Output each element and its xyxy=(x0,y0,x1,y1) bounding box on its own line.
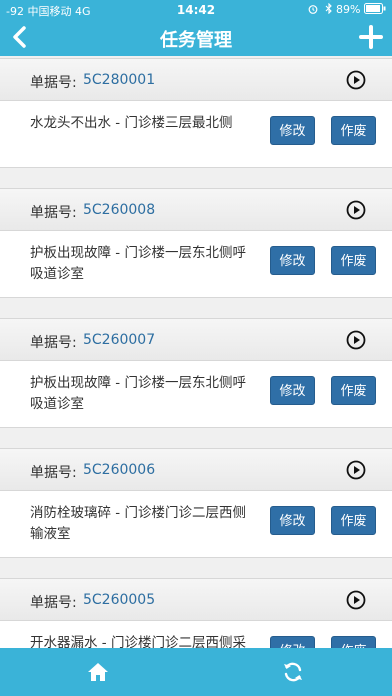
order-number[interactable]: 5C280001 xyxy=(83,72,155,88)
task-description: 水龙头不出水 - 门诊楼三层最北侧 xyxy=(30,115,233,131)
task-card-body: 护板出现故障 - 门诊楼一层东北侧呼吸道诊室 修改 作废 xyxy=(0,361,392,428)
task-card-header: 单据号: 5C260006 xyxy=(0,449,392,491)
task-card: 单据号: 5C260008 护板出现故障 - 门诊楼一层东北侧呼吸道诊室 修改 … xyxy=(0,188,392,298)
order-number-label: 单据号: xyxy=(30,595,77,611)
task-card-header: 单据号: 5C280001 xyxy=(0,59,392,101)
task-card: 单据号: 5C280001 水龙头不出水 - 门诊楼三层最北侧 修改 作废 xyxy=(0,58,392,168)
nav-bar: 任务管理 xyxy=(0,20,392,56)
task-card-header: 单据号: 5C260007 xyxy=(0,319,392,361)
bottom-tab-bar xyxy=(0,648,392,696)
play-circle-icon[interactable] xyxy=(346,460,366,480)
play-circle-icon[interactable] xyxy=(346,590,366,610)
plus-icon[interactable] xyxy=(358,24,384,50)
task-list[interactable]: 单据号: 5C280001 水龙头不出水 - 门诊楼三层最北侧 修改 作废 单据… xyxy=(0,56,392,648)
task-card-body: 开水器漏水 - 门诊楼门诊二层西侧采血室 修改 作废 xyxy=(0,621,392,648)
task-description: 消防栓玻璃碎 - 门诊楼门诊二层西侧输液室 xyxy=(30,505,246,542)
home-icon[interactable] xyxy=(86,660,110,684)
play-circle-icon[interactable] xyxy=(346,330,366,350)
edit-button[interactable]: 修改 xyxy=(270,116,315,145)
order-number-label: 单据号: xyxy=(30,465,77,481)
task-description: 护板出现故障 - 门诊楼一层东北侧呼吸道诊室 xyxy=(30,245,246,282)
task-card: 单据号: 5C260005 开水器漏水 - 门诊楼门诊二层西侧采血室 修改 作废 xyxy=(0,578,392,648)
task-card-body: 消防栓玻璃碎 - 门诊楼门诊二层西侧输液室 修改 作废 xyxy=(0,491,392,558)
status-bar: -92 中国移动 4G 14:42 89% xyxy=(0,0,392,20)
task-card-header: 单据号: 5C260005 xyxy=(0,579,392,621)
order-number[interactable]: 5C260007 xyxy=(83,332,155,348)
task-card-body: 护板出现故障 - 门诊楼一层东北侧呼吸道诊室 修改 作废 xyxy=(0,231,392,298)
edit-button[interactable]: 修改 xyxy=(270,506,315,535)
void-button[interactable]: 作废 xyxy=(331,116,376,145)
task-card-body: 水龙头不出水 - 门诊楼三层最北侧 修改 作废 xyxy=(0,101,392,168)
page-title: 任务管理 xyxy=(160,30,232,51)
battery-icon xyxy=(364,3,386,14)
battery-level: 89% xyxy=(308,2,386,16)
task-card-header: 单据号: 5C260008 xyxy=(0,189,392,231)
order-number-label: 单据号: xyxy=(30,205,77,221)
edit-button[interactable]: 修改 xyxy=(270,636,315,648)
play-circle-icon[interactable] xyxy=(346,70,366,90)
play-circle-icon[interactable] xyxy=(346,200,366,220)
order-number-label: 单据号: xyxy=(30,75,77,91)
void-button[interactable]: 作废 xyxy=(331,506,376,535)
edit-button[interactable]: 修改 xyxy=(270,246,315,275)
alarm-icon xyxy=(308,5,318,14)
void-button[interactable]: 作废 xyxy=(331,376,376,405)
refresh-icon[interactable] xyxy=(281,660,305,684)
order-number[interactable]: 5C260008 xyxy=(83,202,155,218)
task-card: 单据号: 5C260006 消防栓玻璃碎 - 门诊楼门诊二层西侧输液室 修改 作… xyxy=(0,448,392,558)
order-number[interactable]: 5C260006 xyxy=(83,462,155,478)
task-card: 单据号: 5C260007 护板出现故障 - 门诊楼一层东北侧呼吸道诊室 修改 … xyxy=(0,318,392,428)
task-description: 开水器漏水 - 门诊楼门诊二层西侧采血室 xyxy=(30,635,246,648)
edit-button[interactable]: 修改 xyxy=(270,376,315,405)
order-number[interactable]: 5C260005 xyxy=(83,592,155,608)
task-description: 护板出现故障 - 门诊楼一层东北侧呼吸道诊室 xyxy=(30,375,246,412)
void-button[interactable]: 作废 xyxy=(331,636,376,648)
order-number-label: 单据号: xyxy=(30,335,77,351)
void-button[interactable]: 作废 xyxy=(331,246,376,275)
bluetooth-icon xyxy=(325,2,332,15)
